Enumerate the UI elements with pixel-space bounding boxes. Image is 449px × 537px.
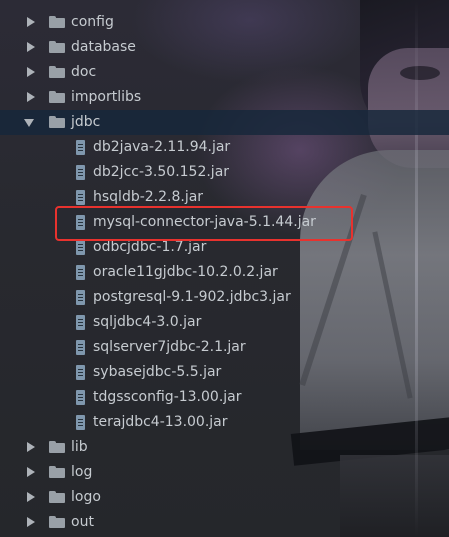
jar-file-label: sqlserver7jdbc-2.1.jar [93, 339, 246, 355]
jar-file-icon [76, 390, 85, 405]
jar-file-icon [76, 415, 85, 430]
folder-icon [49, 441, 65, 453]
folder-label: logo [71, 489, 101, 505]
folder-row-lib[interactable]: lib [0, 435, 449, 460]
chevron-right-icon[interactable] [27, 517, 35, 527]
chevron-right-icon[interactable] [27, 67, 35, 77]
folder-label: log [71, 464, 93, 480]
folder-label: config [71, 14, 114, 30]
folder-icon [49, 66, 65, 78]
folder-row-logo[interactable]: logo [0, 485, 449, 510]
folder-row-out[interactable]: out [0, 510, 449, 535]
folder-label: out [71, 514, 94, 530]
project-file-tree: config database doc importlibs jdbc db2j… [0, 0, 449, 537]
folder-row-config[interactable]: config [0, 10, 449, 35]
jar-file-icon [76, 140, 85, 155]
folder-icon [49, 491, 65, 503]
jar-file-icon [76, 240, 85, 255]
jar-file-row[interactable]: sybasejdbc-5.5.jar [0, 360, 449, 385]
folder-icon [49, 466, 65, 478]
folder-icon [49, 91, 65, 103]
jar-file-label: db2jcc-3.50.152.jar [93, 164, 230, 180]
jar-file-row[interactable]: sqljdbc4-3.0.jar [0, 310, 449, 335]
jar-file-label: postgresql-9.1-902.jdbc3.jar [93, 289, 291, 305]
folder-row-importlibs[interactable]: importlibs [0, 85, 449, 110]
folder-icon [49, 116, 65, 128]
jar-file-icon [76, 365, 85, 380]
folder-row-database[interactable]: database [0, 35, 449, 60]
jar-file-label: sybasejdbc-5.5.jar [93, 364, 222, 380]
jar-file-label: sqljdbc4-3.0.jar [93, 314, 202, 330]
folder-label: jdbc [71, 114, 101, 130]
chevron-right-icon[interactable] [27, 467, 35, 477]
jar-file-icon [76, 290, 85, 305]
jar-file-icon [76, 340, 85, 355]
jar-file-row[interactable]: terajdbc4-13.00.jar [0, 410, 449, 435]
jar-file-label: oracle11gjdbc-10.2.0.2.jar [93, 264, 278, 280]
jar-file-row[interactable]: postgresql-9.1-902.jdbc3.jar [0, 285, 449, 310]
chevron-right-icon[interactable] [27, 92, 35, 102]
jar-file-label: db2java-2.11.94.jar [93, 139, 231, 155]
jar-file-icon [76, 315, 85, 330]
jar-file-icon [76, 190, 85, 205]
folder-label: doc [71, 64, 97, 80]
folder-icon [49, 41, 65, 53]
jar-file-icon [76, 265, 85, 280]
jar-file-row[interactable]: sqlserver7jdbc-2.1.jar [0, 335, 449, 360]
jar-file-row[interactable]: tdgssconfig-13.00.jar [0, 385, 449, 410]
folder-icon [49, 16, 65, 28]
jar-file-label: tdgssconfig-13.00.jar [93, 389, 242, 405]
jar-file-label: terajdbc4-13.00.jar [93, 414, 228, 430]
chevron-right-icon[interactable] [27, 42, 35, 52]
folder-label: importlibs [71, 89, 142, 105]
jar-file-row[interactable]: db2jcc-3.50.152.jar [0, 160, 449, 185]
folder-label: lib [71, 439, 88, 455]
folder-row-doc[interactable]: doc [0, 60, 449, 85]
highlight-annotation-box [55, 206, 353, 241]
chevron-right-icon[interactable] [27, 17, 35, 27]
folder-row-jdbc[interactable]: jdbc [0, 110, 449, 135]
folder-label: database [71, 39, 136, 55]
jar-file-row[interactable]: oracle11gjdbc-10.2.0.2.jar [0, 260, 449, 285]
folder-icon [49, 516, 65, 528]
chevron-down-icon[interactable] [24, 119, 34, 127]
folder-row-log[interactable]: log [0, 460, 449, 485]
chevron-right-icon[interactable] [27, 492, 35, 502]
jar-file-icon [76, 165, 85, 180]
chevron-right-icon[interactable] [27, 442, 35, 452]
jar-file-row[interactable]: db2java-2.11.94.jar [0, 135, 449, 160]
